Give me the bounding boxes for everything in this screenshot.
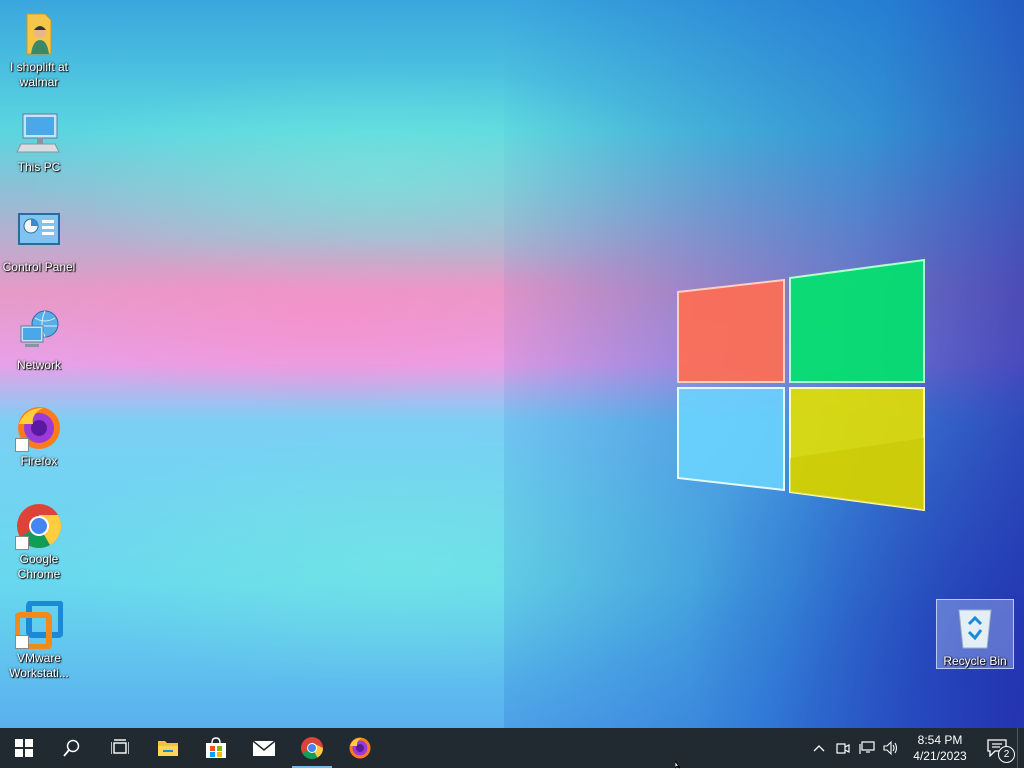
vmware-icon — [14, 600, 64, 650]
search-button[interactable] — [48, 728, 96, 768]
show-hidden-icons-button[interactable] — [807, 728, 831, 768]
computer-icon — [15, 110, 63, 158]
taskbar-file-explorer[interactable] — [144, 728, 192, 768]
taskbar: 8:54 PM 4/21/2023 2 — [0, 728, 1024, 768]
search-icon — [63, 739, 80, 757]
desktop-icon-recycle-bin[interactable]: Recycle Bin — [936, 599, 1014, 669]
desktop-icon-label: Google Chrome — [17, 552, 61, 581]
taskbar-mail[interactable] — [240, 728, 288, 768]
desktop-icon-label: Network — [16, 358, 61, 372]
desktop-icon-label: VMware Workstati... — [9, 651, 69, 680]
clock-date: 4/21/2023 — [913, 749, 967, 763]
meet-now-icon — [836, 743, 850, 754]
network-icon — [15, 308, 63, 356]
recycle-bin-icon — [951, 604, 999, 652]
network-icon — [859, 741, 875, 754]
desktop-icon-label: Recycle Bin — [943, 654, 1007, 668]
control-panel-icon — [15, 210, 63, 258]
firefox-icon — [15, 404, 63, 452]
desktop-icon-user-folder[interactable]: I shoplift at walmar — [1, 10, 77, 90]
shortcut-arrow-icon — [15, 438, 29, 452]
desktop-icon-control-panel[interactable]: Control Panel — [1, 210, 77, 275]
desktop-icon-label: Firefox — [20, 454, 58, 468]
taskbar-firefox[interactable] — [336, 728, 384, 768]
action-center-button[interactable]: 2 — [977, 728, 1017, 768]
taskbar-store[interactable] — [192, 728, 240, 768]
task-view-icon — [111, 739, 129, 754]
windows-logo-wallpaper — [677, 258, 925, 512]
desktop-icon-this-pc[interactable]: This PC — [1, 110, 77, 175]
desktop-icon-chrome[interactable]: Google Chrome — [1, 502, 77, 582]
desktop[interactable]: I shoplift at walmar This PC Control Pan — [0, 0, 1024, 728]
store-icon — [206, 737, 226, 758]
desktop-icon-vmware[interactable]: VMware Workstati... — [1, 600, 77, 681]
start-icon — [15, 739, 33, 757]
firefox-icon — [349, 737, 371, 759]
volume-icon — [883, 741, 898, 755]
desktop-icon-label: This PC — [17, 160, 61, 174]
network-status-button[interactable] — [855, 728, 879, 768]
chrome-icon — [301, 737, 323, 759]
notification-count-badge: 2 — [998, 746, 1015, 763]
folder-user-icon — [15, 10, 63, 58]
desktop-icon-firefox[interactable]: Firefox — [1, 404, 77, 469]
mail-icon — [252, 740, 276, 756]
taskbar-chrome[interactable] — [288, 728, 336, 768]
chrome-icon — [15, 502, 63, 550]
desktop-icon-label: I shoplift at walmar — [9, 60, 69, 89]
desktop-icon-network[interactable]: Network — [1, 308, 77, 373]
meet-now-button[interactable] — [831, 728, 855, 768]
desktop-icon-label: Control Panel — [2, 260, 76, 274]
show-desktop-button[interactable] — [1017, 728, 1024, 768]
task-view-button[interactable] — [96, 728, 144, 768]
shortcut-arrow-icon — [15, 635, 29, 649]
chevron-up-icon — [813, 745, 825, 752]
system-tray: 8:54 PM 4/21/2023 2 — [807, 728, 1024, 768]
volume-button[interactable] — [879, 728, 903, 768]
shortcut-arrow-icon — [15, 536, 29, 550]
clock[interactable]: 8:54 PM 4/21/2023 — [903, 732, 977, 764]
file-explorer-icon — [158, 741, 178, 756]
clock-time: 8:54 PM — [917, 733, 963, 747]
start-button[interactable] — [0, 728, 48, 768]
